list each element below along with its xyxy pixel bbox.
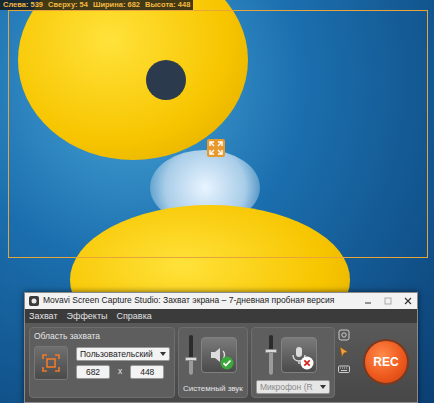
tools-column [338, 327, 350, 398]
capture-area-icon [41, 353, 61, 373]
slider-knob[interactable] [265, 349, 277, 353]
slider-knob[interactable] [185, 357, 197, 361]
slider-fill [269, 351, 273, 375]
webcam-icon[interactable] [338, 329, 350, 341]
muted-icon [300, 356, 314, 370]
capture-area-group: Область захвата Пользовательский x [29, 327, 175, 398]
control-panel: Область захвата Пользовательский x [25, 323, 417, 402]
capture-frame[interactable] [8, 10, 428, 258]
move-icon[interactable] [207, 139, 225, 157]
close-icon[interactable] [403, 296, 413, 306]
minimize-icon[interactable] [363, 296, 373, 306]
keyboard-icon[interactable] [338, 363, 350, 375]
capture-area-button[interactable] [34, 346, 68, 380]
maximize-icon[interactable] [383, 296, 393, 306]
title-bar[interactable]: Movavi Screen Capture Studio: Захват экр… [25, 293, 417, 309]
system-sound-label: Системный звук [183, 384, 243, 394]
width-input[interactable] [76, 365, 110, 379]
capture-info-item: Слева: 539 [3, 0, 43, 10]
screen: Слева: 539 Сверху: 54 Ширина: 682 Высота: 4… [0, 0, 434, 403]
rec-button[interactable]: REC [363, 339, 409, 385]
app-icon [29, 296, 39, 306]
size-separator: x [114, 365, 126, 378]
check-icon [220, 356, 234, 370]
slider-fill [189, 359, 193, 375]
microphone-button[interactable] [281, 337, 317, 373]
menu-item[interactable]: Справка [116, 311, 151, 321]
height-input[interactable] [130, 365, 164, 379]
window-title: Movavi Screen Capture Studio: Захват экр… [43, 294, 353, 307]
movavi-window: Movavi Screen Capture Studio: Захват экр… [24, 292, 418, 403]
menu-bar: Захват Эффекты Справка [25, 309, 417, 323]
microphone-dropdown[interactable]: Микрофон (R [256, 380, 330, 394]
microphone-slider[interactable] [269, 335, 273, 375]
preset-dropdown[interactable]: Пользовательский [76, 347, 170, 361]
menu-item[interactable]: Эффекты [67, 311, 108, 321]
system-sound-group: Системный звук [178, 327, 248, 398]
system-sound-button[interactable] [201, 337, 237, 373]
capture-info-item: Ширина: 682 [93, 0, 140, 10]
capture-area-label: Область захвата [34, 331, 170, 342]
capture-info-item: Высота: 448 [145, 0, 190, 10]
microphone-group: Микрофон (R [251, 327, 335, 398]
capture-info-item: Сверху: 54 [48, 0, 88, 10]
cursor-icon[interactable] [338, 346, 350, 358]
system-sound-slider[interactable] [189, 335, 193, 375]
capture-info: Слева: 539 Сверху: 54 Ширина: 682 Высота: 4… [0, 0, 193, 10]
menu-item[interactable]: Захват [29, 311, 58, 321]
